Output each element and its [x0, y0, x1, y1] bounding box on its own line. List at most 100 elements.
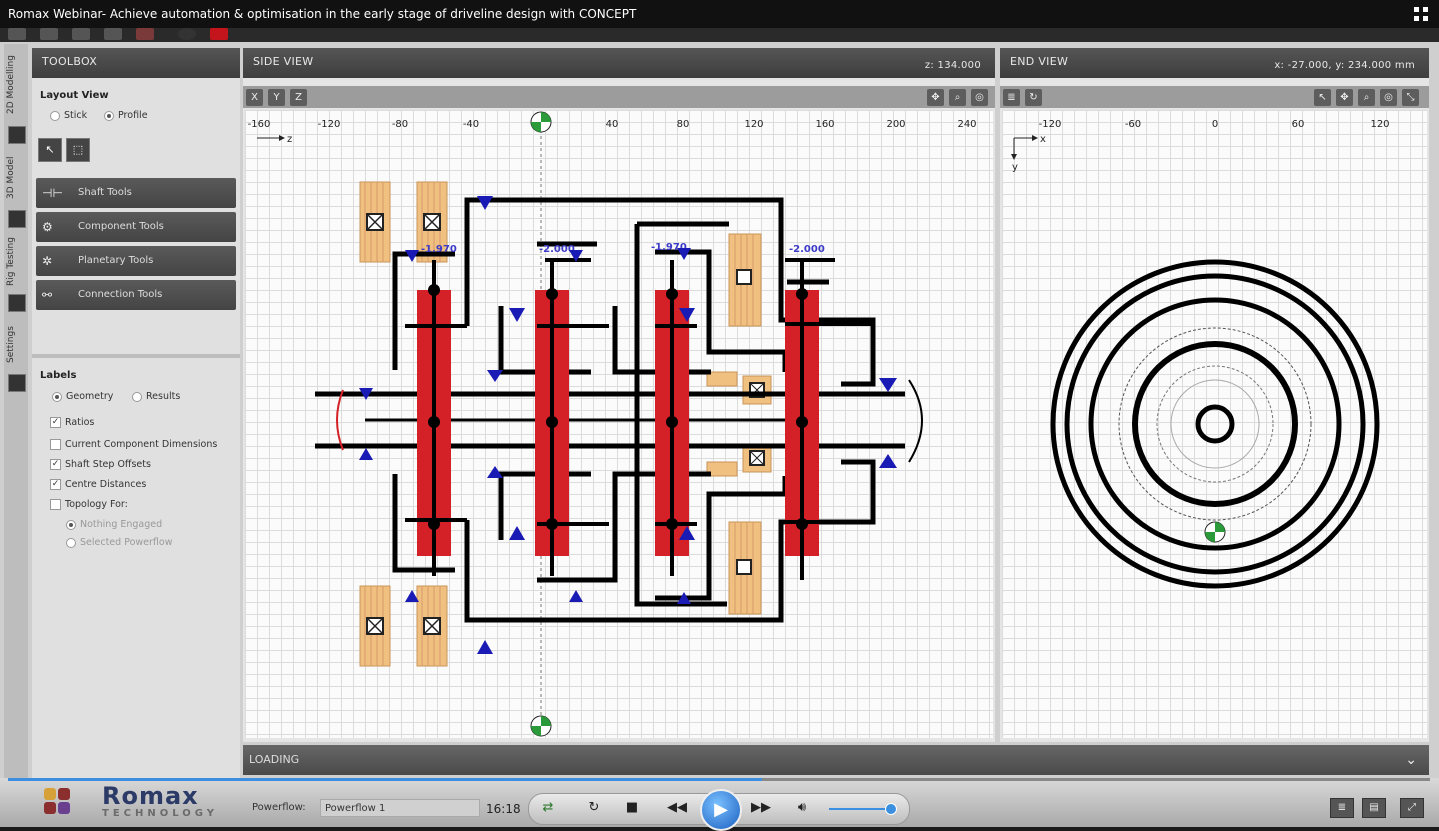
new-file-icon[interactable] — [8, 28, 26, 40]
volume-knob[interactable] — [885, 803, 897, 815]
library-button[interactable]: ▤ — [1362, 798, 1386, 818]
centre-distances-check[interactable]: ✓ — [50, 479, 61, 490]
selected-powerflow-radio[interactable] — [66, 537, 76, 548]
topology-check[interactable] — [50, 499, 61, 510]
stick-label: Stick — [64, 110, 88, 121]
logo-square — [58, 788, 70, 800]
bearing-right-bottom[interactable] — [728, 521, 762, 615]
results-option[interactable]: Results — [132, 391, 180, 402]
zoom-icon[interactable]: ⌕ — [949, 89, 966, 106]
expand-icon[interactable]: ⤡ — [1402, 89, 1419, 106]
profile-option[interactable]: Profile — [104, 110, 148, 121]
youtube-icon[interactable] — [210, 28, 228, 40]
bearing-top-left[interactable] — [359, 181, 391, 263]
origin-marker-bottom[interactable] — [530, 715, 552, 737]
planetary-tools-button[interactable]: ✲ Planetary Tools — [36, 246, 236, 276]
nothing-engaged-radio[interactable] — [66, 519, 76, 530]
ratios-checkbox[interactable]: ✓ Ratios — [50, 417, 94, 428]
tab-2d-modelling[interactable]: 2D Modelling — [6, 50, 26, 120]
pan-icon[interactable]: ✥ — [1336, 89, 1353, 106]
z-axis-indicator: z — [257, 134, 292, 145]
pan-icon[interactable]: ✥ — [927, 89, 944, 106]
axis-tick: 40 — [606, 119, 619, 130]
layers-icon[interactable]: ≣ — [1003, 89, 1020, 106]
print-icon[interactable] — [104, 28, 122, 40]
shaft-step-offsets-checkbox[interactable]: ✓ Shaft Step Offsets — [50, 459, 151, 470]
view-z-button[interactable]: Z — [290, 89, 307, 106]
video-progress-bar[interactable] — [8, 778, 1430, 781]
select-tool-button[interactable]: ↖ — [38, 138, 62, 162]
profile-radio[interactable] — [104, 110, 114, 121]
input-shaft[interactable] — [315, 379, 923, 463]
edit-icon[interactable] — [136, 28, 154, 40]
stick-radio[interactable] — [50, 110, 60, 121]
origin-marker-top[interactable] — [530, 111, 552, 133]
stop-button[interactable]: ■ — [621, 797, 643, 819]
topology-checkbox[interactable]: Topology For: — [50, 499, 128, 510]
fit-icon[interactable]: ◎ — [1380, 89, 1397, 106]
info-icon[interactable] — [178, 28, 196, 40]
zoom-select-button[interactable]: ⬚ — [66, 138, 90, 162]
fit-icon[interactable]: ◎ — [971, 89, 988, 106]
component-tools-button[interactable]: ⚙ Component Tools — [36, 212, 236, 242]
rotate-icon[interactable]: ↻ — [1025, 89, 1042, 106]
zoom-icon[interactable]: ⌕ — [1358, 89, 1375, 106]
small-bearing-lower[interactable] — [706, 443, 772, 477]
view-y-button[interactable]: Y — [268, 89, 285, 106]
volume-slider[interactable] — [829, 808, 891, 810]
shaft-tools-button[interactable]: ⊣⊢ Shaft Tools — [36, 178, 236, 208]
model-icon[interactable] — [8, 210, 26, 228]
side-view-title: SIDE VIEW — [253, 55, 314, 68]
playlist-button[interactable]: ≣ — [1330, 798, 1354, 818]
ratios-check[interactable]: ✓ — [50, 417, 61, 428]
next-button[interactable]: ▶▶ — [747, 797, 775, 819]
end-view-coord: x: -27.000, y: 234.000 mm — [1274, 60, 1415, 71]
connection-tools-button[interactable]: ⚯ Connection Tools — [36, 280, 236, 310]
nothing-engaged-option[interactable]: Nothing Engaged — [66, 519, 162, 530]
gear-4[interactable] — [785, 258, 873, 580]
side-tab-strip: 2D Modelling 3D Model Rig Testing Settin… — [4, 44, 28, 778]
chevron-down-icon[interactable]: ⌄ — [1405, 745, 1417, 775]
results-radio[interactable] — [132, 391, 142, 402]
powerflow-select[interactable]: Powerflow 1 — [320, 799, 480, 817]
modelling-icon[interactable] — [8, 126, 26, 144]
geometry-radio[interactable] — [52, 391, 62, 402]
previous-button[interactable]: ◀◀ — [663, 797, 691, 819]
component-dimensions-checkbox[interactable]: Current Component Dimensions — [50, 439, 217, 450]
gear-2[interactable] — [535, 258, 609, 576]
bearing-bottom-right[interactable] — [416, 585, 448, 667]
geometry-option[interactable]: Geometry — [52, 391, 113, 402]
bearing-right-top[interactable] — [728, 233, 762, 327]
settings-icon[interactable] — [8, 374, 26, 392]
side-view-canvas[interactable]: -160 -120 -80 -40 40 80 120 160 200 240 … — [245, 110, 993, 738]
select-icon[interactable]: ↖ — [1314, 89, 1331, 106]
rig-icon[interactable] — [8, 294, 26, 312]
component-dimensions-check[interactable] — [50, 439, 61, 450]
shaft-step-offsets-check[interactable]: ✓ — [50, 459, 61, 470]
bearing-bottom-left[interactable] — [359, 585, 391, 667]
axis-tick: 240 — [957, 119, 976, 130]
view-x-button[interactable]: X — [246, 89, 263, 106]
open-file-icon[interactable] — [40, 28, 58, 40]
stick-option[interactable]: Stick — [50, 110, 87, 121]
switch-view-button[interactable]: ⤢ — [1400, 798, 1424, 818]
shuffle-icon[interactable]: ⇄ — [537, 797, 559, 819]
play-button[interactable]: ▶ — [700, 789, 742, 831]
repeat-icon[interactable]: ↻ — [583, 797, 605, 819]
centre-distances-checkbox[interactable]: ✓ Centre Distances — [50, 479, 146, 490]
tab-rig-testing[interactable]: Rig Testing — [6, 234, 26, 290]
gear-3[interactable] — [655, 260, 697, 576]
save-icon[interactable] — [72, 28, 90, 40]
selected-powerflow-option[interactable]: Selected Powerflow — [66, 537, 173, 548]
tab-settings[interactable]: Settings — [6, 320, 26, 370]
tab-3d-model[interactable]: 3D Model — [6, 150, 26, 206]
volume-icon[interactable]: 🔊︎ — [791, 797, 813, 819]
end-view-canvas[interactable]: -120 -60 0 60 120 x y — [1002, 110, 1427, 738]
origin-marker[interactable] — [1204, 521, 1226, 543]
loading-panel-header[interactable]: LOADING ⌄ — [243, 745, 1429, 775]
axis-tick: -40 — [463, 119, 479, 130]
gear-1[interactable] — [405, 260, 467, 576]
small-bearing-upper[interactable] — [706, 371, 772, 405]
fullscreen-icon[interactable] — [1413, 6, 1429, 22]
axis-tick: 80 — [677, 119, 690, 130]
